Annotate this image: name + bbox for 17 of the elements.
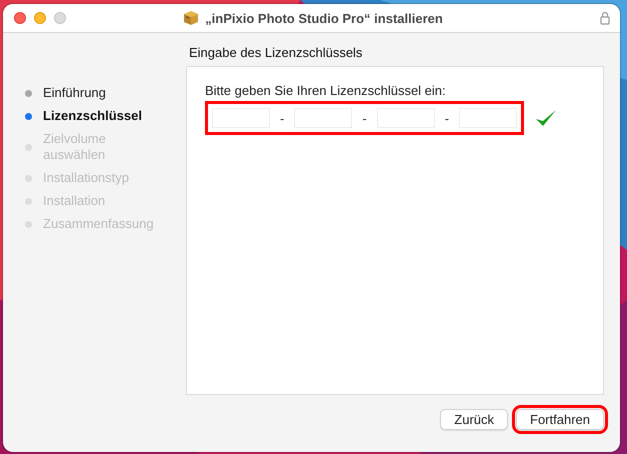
step-label: Lizenzschlüssel (43, 108, 143, 124)
step-label: Installationstyp (43, 170, 130, 186)
section-heading: Eingabe des Lizenzschlüssels (189, 45, 364, 60)
separator: - (280, 110, 284, 126)
step-label: Zusammenfassung (43, 216, 155, 232)
package-icon (183, 10, 200, 26)
separator: - (362, 110, 367, 126)
minimize-button[interactable] (34, 12, 46, 24)
close-button[interactable] (14, 12, 26, 24)
lock-icon (600, 11, 610, 25)
separator: - (444, 110, 450, 126)
step-label: Installation (43, 193, 106, 209)
prompt-text: Bitte geben Sie Ihren Lizenzschlüssel ein: (205, 83, 447, 98)
zoom-button[interactable] (54, 12, 66, 24)
step-label: Einführung (43, 85, 107, 101)
step-label: Zielvolume auswählen (43, 131, 107, 163)
window-title: „inPixio Photo Studio Pro“ installieren (205, 10, 443, 26)
